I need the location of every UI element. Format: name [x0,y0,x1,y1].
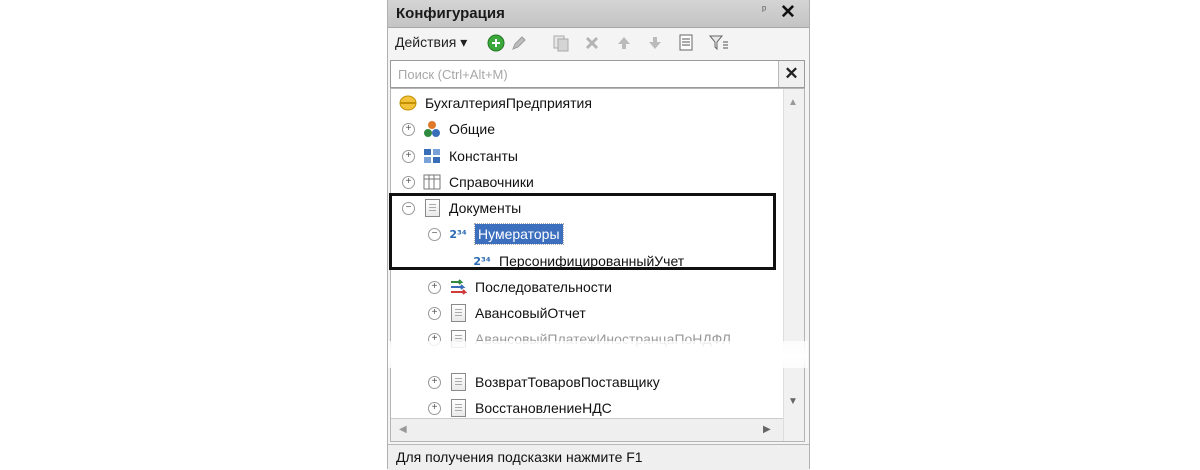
delete-icon[interactable] [582,33,602,53]
tree-item-constants[interactable]: + Константы [402,144,518,168]
clear-search-icon[interactable]: ✕ [778,61,804,87]
tree-root[interactable]: БухгалтерияПредприятия [398,91,592,115]
tree-item-common[interactable]: + Общие [402,117,495,141]
scroll-left-icon[interactable]: ◀ [399,424,407,435]
document-icon [448,372,468,392]
status-bar: Для получения подсказки нажмите F1 [388,444,809,470]
document-icon [448,303,468,323]
tree-item-sequences[interactable]: + Последовательности [428,275,612,299]
close-icon[interactable]: ✕ [780,1,796,24]
expand-icon[interactable]: + [428,375,441,389]
vertical-scrollbar[interactable]: ▲ ▼ [783,89,804,441]
fade-overlay [388,341,808,368]
highlight-frame [389,193,776,270]
tree-item-label: АвансовыйОтчет [475,305,586,321]
expand-icon[interactable]: + [402,175,415,189]
tree-item-label: Константы [449,148,518,164]
tree-item-label: Справочники [449,174,534,190]
filter-icon[interactable] [709,33,729,53]
search-box: ✕ [390,60,805,88]
status-text: Для получения подсказки нажмите F1 [396,449,643,465]
tree-root-label: БухгалтерияПредприятия [425,95,592,111]
common-icon [422,119,442,139]
sequences-icon [448,277,468,297]
document-icon [448,398,468,418]
tree-item-label: Последовательности [475,279,612,295]
expand-icon[interactable]: + [402,149,415,163]
tree-item-advance-report[interactable]: + АвансовыйОтчет [428,301,586,325]
catalogs-icon [422,172,442,192]
edit-icon[interactable] [509,33,529,53]
tree-item-label: ВозвратТоваровПоставщику [475,374,660,390]
expand-icon[interactable]: + [428,280,441,294]
expand-icon[interactable]: + [428,401,441,415]
move-down-icon[interactable] [645,33,665,53]
tree-item-vat-restore[interactable]: + ВосстановлениеНДС [428,396,612,420]
constants-icon [422,146,442,166]
scroll-up-icon[interactable]: ▲ [788,97,798,108]
tree-item-label: ВосстановлениеНДС [475,400,612,416]
actions-menu[interactable]: Действия ▾ [395,34,467,51]
add-icon[interactable] [486,33,506,53]
search-input[interactable] [396,64,775,84]
tree-item-label: Общие [449,121,496,137]
title-bar: Конфигурация ᵖ ✕ [388,0,809,28]
configuration-root-icon [398,93,418,113]
expand-icon[interactable]: + [428,306,441,320]
tree-item-return-goods[interactable]: + ВозвратТоваровПоставщику [428,370,660,394]
window-title: Конфигурация [396,5,505,22]
expand-icon[interactable]: + [402,122,415,136]
list-icon[interactable] [677,33,697,53]
move-up-icon[interactable] [614,33,634,53]
pin-icon[interactable]: ᵖ [762,4,766,16]
toolbar: Действия ▾ [388,28,809,58]
scroll-right-icon[interactable]: ▶ [763,424,771,435]
horizontal-scrollbar[interactable]: ◀ ▶ [391,418,783,441]
scroll-down-icon[interactable]: ▼ [788,396,798,407]
copy-icon[interactable] [551,33,571,53]
tree-item-catalogs[interactable]: + Справочники [402,170,534,194]
